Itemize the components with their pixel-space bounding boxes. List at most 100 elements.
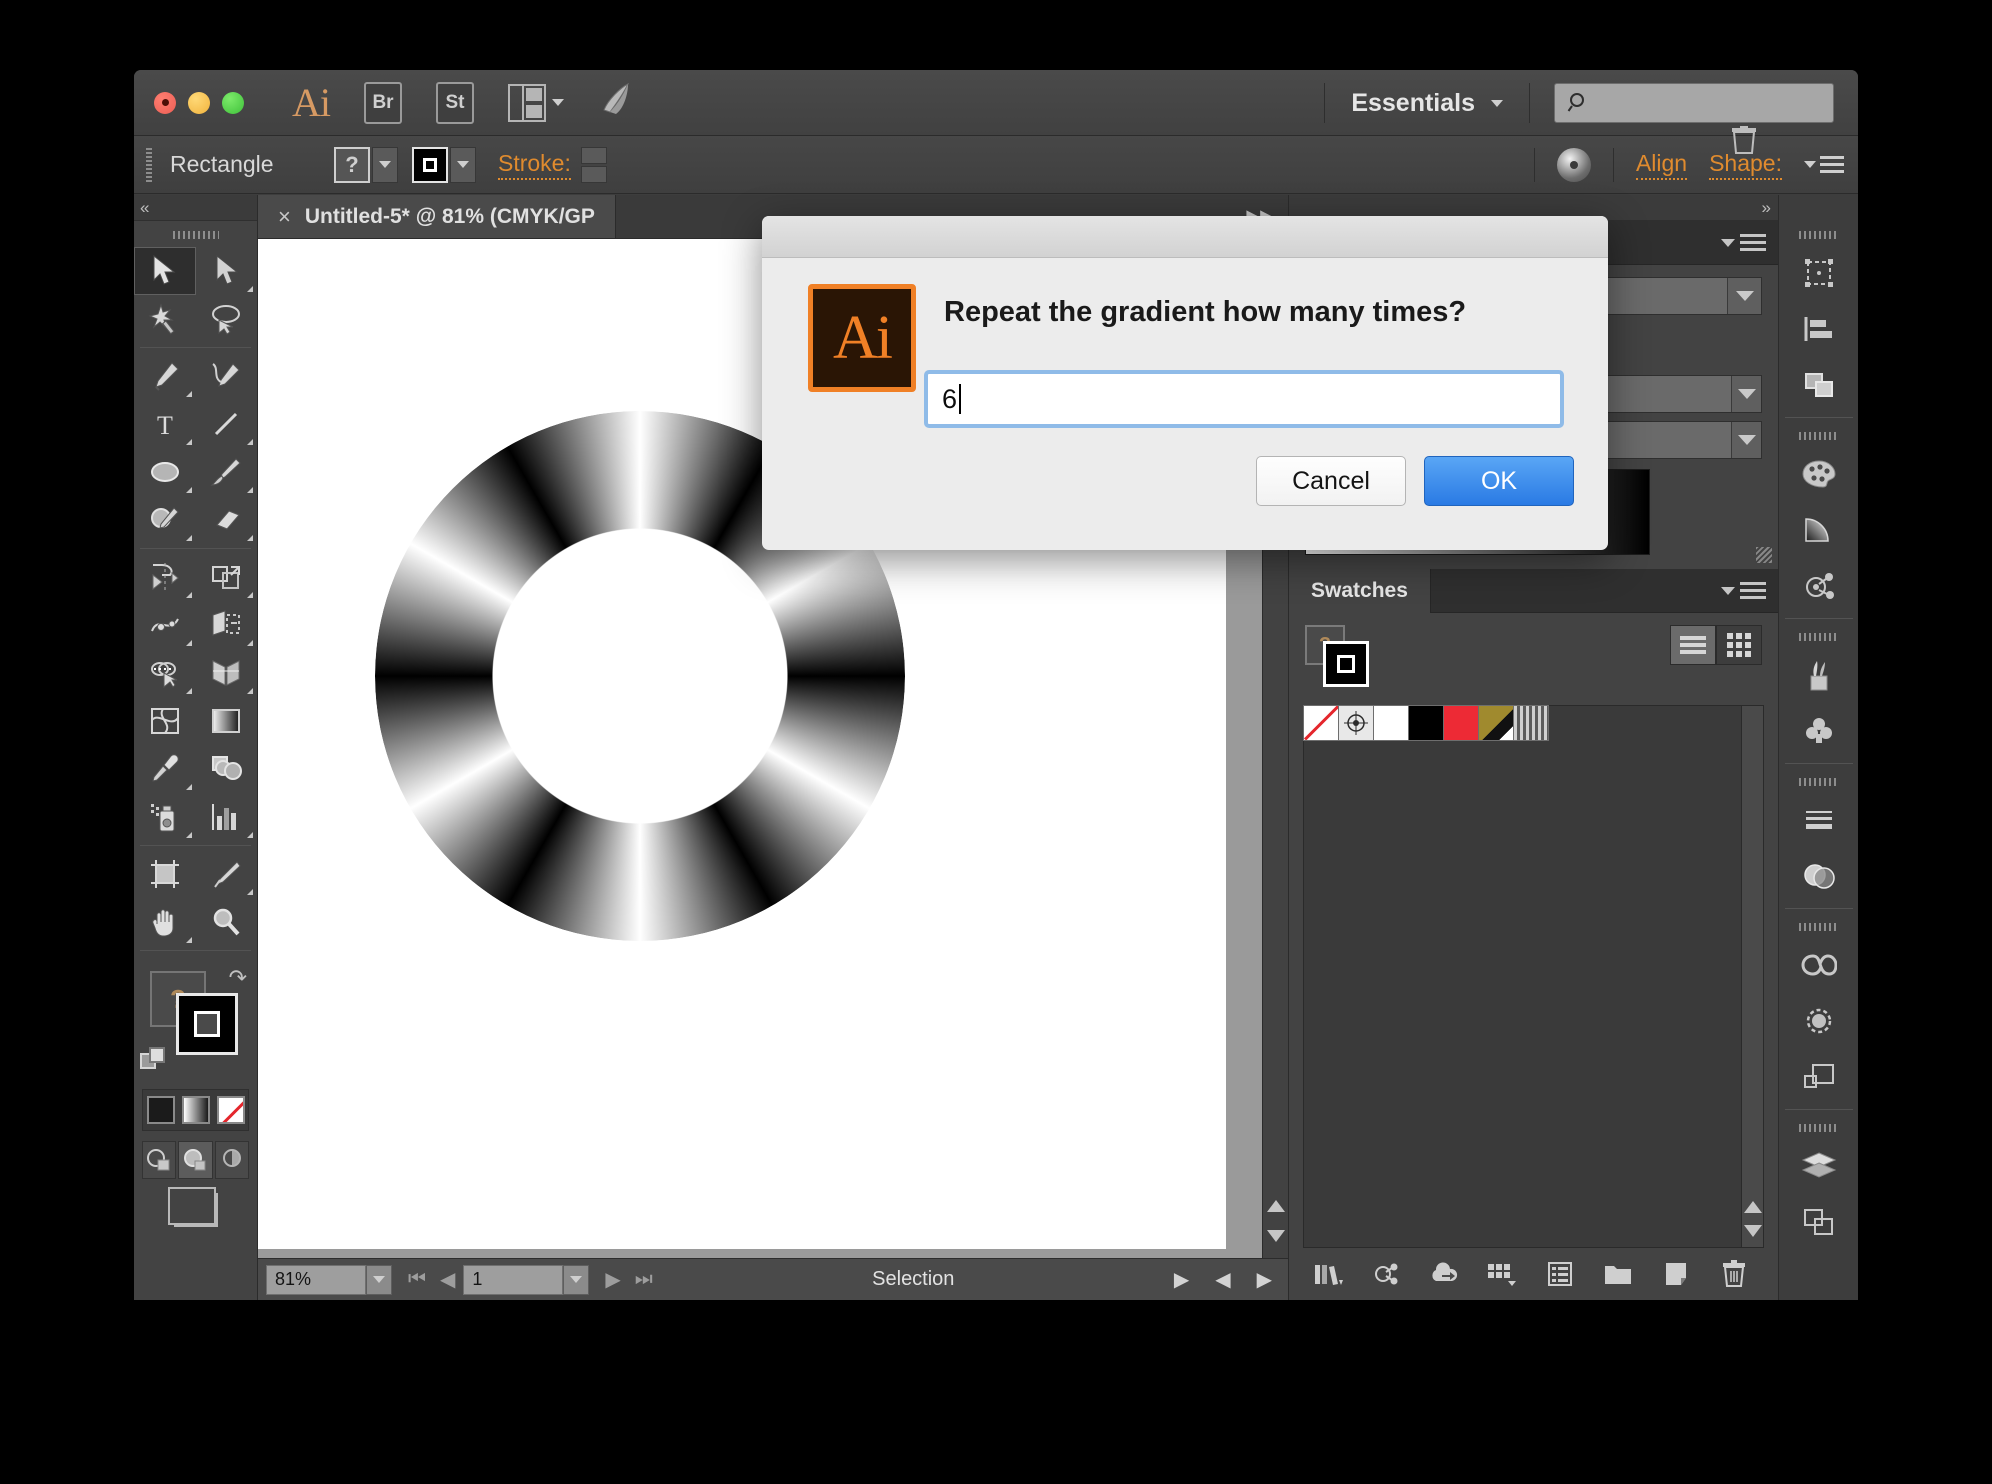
artboard-number-field[interactable]: 1 (463, 1264, 564, 1295)
color-icon[interactable] (1779, 446, 1859, 502)
swatch-stripe-pattern[interactable] (1513, 705, 1549, 741)
lasso-tool[interactable] (196, 295, 258, 343)
swatch-scroll-down-icon[interactable] (1744, 1225, 1762, 1237)
swatch-white[interactable] (1373, 705, 1409, 741)
scroll-left-icon[interactable]: ◀ (1215, 1267, 1230, 1292)
pathfinder-icon[interactable] (1779, 357, 1859, 413)
show-swatch-kinds-icon[interactable] (1473, 1252, 1531, 1296)
gradient-mode-button[interactable] (178, 1090, 213, 1130)
gradient-icon[interactable] (1779, 502, 1859, 558)
scroll-down-icon[interactable] (1267, 1230, 1285, 1242)
swatch-registration[interactable] (1338, 705, 1374, 741)
gradient-panel-menu-icon[interactable] (1721, 234, 1778, 251)
slice-tool[interactable] (196, 850, 258, 898)
cancel-button[interactable]: Cancel (1256, 456, 1406, 506)
selection-tool[interactable] (134, 247, 196, 295)
shaper-tool[interactable] (134, 496, 196, 544)
artboard-tool[interactable] (134, 850, 196, 898)
solid-color-mode-button[interactable] (143, 1090, 178, 1130)
layers-icon[interactable] (1779, 1138, 1859, 1194)
swatches-fill-indicator[interactable] (1323, 641, 1369, 687)
width-tool[interactable] (134, 601, 196, 649)
repeat-count-input[interactable]: 6 (924, 370, 1564, 428)
location-input[interactable] (1602, 421, 1762, 459)
status-menu-icon[interactable]: ▶ (1174, 1267, 1189, 1292)
status-display[interactable]: Selection (653, 1268, 1174, 1291)
tools-collapse-button[interactable]: « (134, 195, 257, 221)
cloud-upload-icon[interactable] (1415, 1252, 1473, 1296)
search-input[interactable] (1554, 83, 1834, 123)
dock-grip[interactable] (1798, 923, 1839, 931)
arrange-documents-icon[interactable] (508, 83, 564, 122)
creative-cloud-libraries-icon[interactable] (1779, 937, 1859, 993)
link-swatch-icon[interactable] (1357, 1252, 1415, 1296)
curvature-tool[interactable] (196, 352, 258, 400)
scroll-up-icon[interactable] (1267, 1200, 1285, 1212)
fill-color-swatch[interactable]: ? (334, 146, 370, 183)
zoom-level-field[interactable]: 81% (266, 1264, 366, 1295)
opacity-input[interactable] (1602, 375, 1762, 413)
full-screen-menu-mode-button[interactable] (178, 1141, 213, 1179)
eraser-tool[interactable] (196, 496, 258, 544)
perspective-grid-tool[interactable] (196, 649, 258, 697)
delete-gradient-stop-icon[interactable] (1730, 125, 1758, 160)
control-bar-grip[interactable] (146, 147, 152, 182)
swatch-options-icon[interactable] (1531, 1252, 1589, 1296)
eyedropper-tool[interactable] (134, 745, 196, 793)
transparency-icon[interactable] (1779, 848, 1859, 904)
first-artboard-icon[interactable]: ⏮ (408, 1268, 426, 1291)
zoom-level-dropdown[interactable] (366, 1264, 392, 1295)
swatches-panel-menu-icon[interactable] (1721, 582, 1778, 599)
swatches-scrollbar[interactable] (1741, 706, 1763, 1247)
column-graph-tool[interactable] (196, 793, 258, 841)
direct-selection-tool[interactable] (196, 247, 258, 295)
maximize-window-button[interactable] (222, 91, 244, 114)
swatch-grid-area[interactable] (1303, 705, 1764, 1248)
hand-tool[interactable] (134, 898, 196, 946)
opacity-knob[interactable] (1556, 147, 1591, 182)
scale-tool[interactable] (196, 553, 258, 601)
dock-grip[interactable] (1798, 231, 1839, 239)
rotate-tool[interactable] (134, 553, 196, 601)
transform-icon[interactable] (1779, 245, 1859, 301)
stock-icon[interactable]: St (436, 81, 474, 124)
list-view-icon[interactable] (1670, 625, 1716, 665)
stroke-icon[interactable] (1779, 792, 1859, 848)
line-segment-tool[interactable] (196, 400, 258, 448)
new-color-group-icon[interactable] (1589, 1252, 1647, 1296)
color-guide-icon[interactable] (1779, 558, 1859, 614)
artboard-number-dropdown[interactable] (563, 1264, 590, 1295)
swatch-black[interactable] (1408, 705, 1444, 741)
tab-swatches[interactable]: Swatches (1289, 568, 1431, 613)
ok-button[interactable]: OK (1424, 456, 1574, 506)
bridge-icon[interactable]: Br (364, 81, 402, 124)
delete-swatch-icon[interactable] (1705, 1252, 1763, 1296)
dock-grip[interactable] (1798, 432, 1839, 440)
paintbrush-tool[interactable] (196, 448, 258, 496)
tools-panel-grip[interactable] (172, 231, 219, 239)
swatch-scroll-up-icon[interactable] (1744, 1201, 1762, 1213)
grid-view-icon[interactable] (1716, 625, 1762, 665)
blend-tool[interactable] (196, 745, 258, 793)
document-tab[interactable]: × Untitled-5* @ 81% (CMYK/GP (258, 195, 616, 238)
type-tool[interactable]: T (134, 400, 196, 448)
fill-indicator[interactable] (176, 993, 238, 1055)
swap-fill-stroke-icon[interactable]: ↷ (229, 965, 247, 991)
free-transform-tool[interactable] (196, 601, 258, 649)
stroke-weight-label[interactable]: Stroke: (498, 150, 571, 180)
pen-tool[interactable] (134, 352, 196, 400)
next-artboard-icon[interactable]: ▶ (605, 1267, 620, 1292)
graphic-styles-icon[interactable] (1779, 1049, 1859, 1105)
dock-grip[interactable] (1798, 633, 1839, 641)
last-artboard-icon[interactable]: ⏭ (635, 1268, 653, 1291)
artboards-icon[interactable] (1779, 1194, 1859, 1250)
full-screen-mode-button[interactable] (214, 1141, 249, 1179)
align-icon[interactable] (1779, 301, 1859, 357)
close-icon[interactable]: × (278, 204, 291, 230)
magic-wand-tool[interactable] (134, 295, 196, 343)
align-button[interactable]: Align (1635, 150, 1688, 180)
workspace-switcher[interactable]: Essentials (1325, 70, 1529, 136)
change-screen-mode-button[interactable] (167, 1187, 218, 1227)
swatch-libraries-icon[interactable] (1299, 1252, 1357, 1296)
stroke-color-swatch[interactable] (412, 146, 448, 183)
